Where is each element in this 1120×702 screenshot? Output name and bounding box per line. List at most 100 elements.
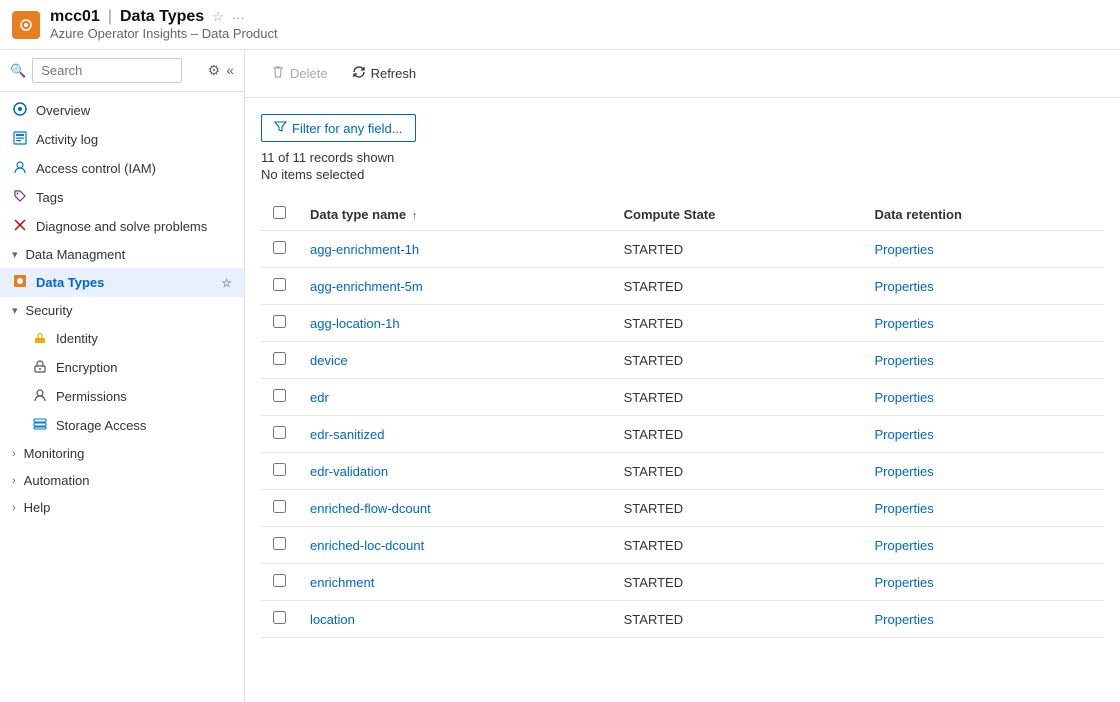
row-checkbox[interactable]: [273, 278, 286, 291]
data-type-name[interactable]: edr: [298, 379, 612, 416]
data-type-name[interactable]: edr-validation: [298, 453, 612, 490]
sidebar-item-storage-access-label: Storage Access: [56, 418, 146, 433]
select-all-header[interactable]: [261, 198, 298, 231]
table-row: agg-location-1hSTARTEDProperties: [261, 305, 1104, 342]
data-table: Data type name ↑ Compute State Data rete…: [261, 198, 1104, 638]
data-type-state: STARTED: [612, 305, 863, 342]
monitoring-chevron: ›: [12, 448, 16, 460]
automation-chevron: ›: [12, 475, 16, 487]
sidebar-item-permissions-label: Permissions: [56, 389, 127, 404]
col-header-state: Compute State: [612, 198, 863, 231]
data-type-name[interactable]: agg-enrichment-5m: [298, 268, 612, 305]
data-type-name[interactable]: location: [298, 601, 612, 638]
selection-info: No items selected: [261, 167, 1104, 182]
sidebar-search-bar: 🔍 ⚙ «: [0, 50, 244, 92]
search-icon: 🔍: [10, 63, 26, 79]
filter-button[interactable]: Filter for any field...: [261, 114, 416, 142]
permissions-icon: [32, 388, 48, 405]
data-type-retention[interactable]: Properties: [862, 342, 1104, 379]
data-type-retention[interactable]: Properties: [862, 416, 1104, 453]
data-type-name[interactable]: device: [298, 342, 612, 379]
sidebar-item-data-types-label: Data Types: [36, 275, 213, 290]
data-type-name[interactable]: agg-location-1h: [298, 305, 612, 342]
data-type-name[interactable]: enriched-loc-dcount: [298, 527, 612, 564]
data-type-state: STARTED: [612, 601, 863, 638]
row-checkbox[interactable]: [273, 241, 286, 254]
sidebar-item-encryption[interactable]: Encryption: [0, 353, 244, 382]
sidebar-item-tags[interactable]: Tags: [0, 183, 244, 212]
table-row: agg-enrichment-1hSTARTEDProperties: [261, 231, 1104, 268]
data-type-state: STARTED: [612, 379, 863, 416]
content-area: Filter for any field... 11 of 11 records…: [245, 98, 1120, 702]
sidebar-item-activity-log[interactable]: Activity log: [0, 125, 244, 154]
data-type-retention[interactable]: Properties: [862, 379, 1104, 416]
table-row: locationSTARTEDProperties: [261, 601, 1104, 638]
row-checkbox[interactable]: [273, 389, 286, 402]
delete-button[interactable]: Delete: [261, 60, 338, 87]
resource-name: mcc01: [50, 8, 100, 26]
data-type-name[interactable]: agg-enrichment-1h: [298, 231, 612, 268]
data-types-star-icon[interactable]: ☆: [221, 276, 232, 290]
table-row: deviceSTARTEDProperties: [261, 342, 1104, 379]
data-types-icon: [12, 274, 28, 291]
sidebar-section-help[interactable]: › Help: [0, 494, 244, 521]
settings-icon[interactable]: ⚙: [208, 62, 221, 79]
sidebar-item-identity[interactable]: Identity: [0, 324, 244, 353]
data-type-retention[interactable]: Properties: [862, 601, 1104, 638]
sidebar-section-security[interactable]: ▾ Security: [0, 297, 244, 324]
sidebar-section-data-management[interactable]: ▾ Data Managment: [0, 241, 244, 268]
sidebar: 🔍 ⚙ « Overview Activity log: [0, 50, 245, 702]
app-icon: [12, 11, 40, 39]
data-type-name[interactable]: edr-sanitized: [298, 416, 612, 453]
sidebar-item-access-control[interactable]: Access control (IAM): [0, 154, 244, 183]
row-checkbox[interactable]: [273, 500, 286, 513]
data-type-retention[interactable]: Properties: [862, 453, 1104, 490]
row-checkbox[interactable]: [273, 611, 286, 624]
sidebar-section-automation[interactable]: › Automation: [0, 467, 244, 494]
sort-icon[interactable]: ↑: [412, 210, 418, 222]
search-input[interactable]: [32, 58, 182, 83]
data-type-name[interactable]: enriched-flow-dcount: [298, 490, 612, 527]
records-shown: 11 of 11 records shown: [261, 150, 1104, 165]
data-type-name[interactable]: enrichment: [298, 564, 612, 601]
data-management-chevron: ▾: [12, 248, 18, 261]
refresh-button[interactable]: Refresh: [342, 60, 427, 87]
data-type-retention[interactable]: Properties: [862, 527, 1104, 564]
table-row: agg-enrichment-5mSTARTEDProperties: [261, 268, 1104, 305]
data-type-state: STARTED: [612, 527, 863, 564]
data-type-state: STARTED: [612, 564, 863, 601]
top-header: mcc01 | Data Types ☆ ··· Azure Operator …: [0, 0, 1120, 50]
row-checkbox[interactable]: [273, 574, 286, 587]
encryption-icon: [32, 359, 48, 376]
data-type-retention[interactable]: Properties: [862, 231, 1104, 268]
data-type-state: STARTED: [612, 416, 863, 453]
filter-label: Filter for any field...: [292, 121, 403, 136]
favorite-icon[interactable]: ☆: [212, 9, 224, 25]
sidebar-item-diagnose[interactable]: Diagnose and solve problems: [0, 212, 244, 241]
row-checkbox[interactable]: [273, 352, 286, 365]
sidebar-section-monitoring[interactable]: › Monitoring: [0, 440, 244, 467]
row-checkbox[interactable]: [273, 537, 286, 550]
table-row: enriched-loc-dcountSTARTEDProperties: [261, 527, 1104, 564]
collapse-icon[interactable]: «: [226, 62, 234, 79]
row-checkbox[interactable]: [273, 315, 286, 328]
data-type-state: STARTED: [612, 453, 863, 490]
data-type-retention[interactable]: Properties: [862, 490, 1104, 527]
more-options-icon[interactable]: ···: [232, 10, 245, 25]
header-separator: |: [108, 8, 112, 26]
data-type-retention[interactable]: Properties: [862, 305, 1104, 342]
sidebar-item-permissions[interactable]: Permissions: [0, 382, 244, 411]
sidebar-item-data-types[interactable]: Data Types ☆: [0, 268, 244, 297]
data-type-retention[interactable]: Properties: [862, 268, 1104, 305]
table-row: edr-sanitizedSTARTEDProperties: [261, 416, 1104, 453]
select-all-checkbox[interactable]: [273, 206, 286, 219]
sidebar-item-overview[interactable]: Overview: [0, 96, 244, 125]
data-type-retention[interactable]: Properties: [862, 564, 1104, 601]
row-checkbox[interactable]: [273, 463, 286, 476]
main-content: Delete Refresh Filter for any field...: [245, 50, 1120, 702]
row-checkbox[interactable]: [273, 426, 286, 439]
sidebar-item-storage-access[interactable]: Storage Access: [0, 411, 244, 440]
tags-icon: [12, 189, 28, 206]
table-row: enriched-flow-dcountSTARTEDProperties: [261, 490, 1104, 527]
access-control-icon: [12, 160, 28, 177]
